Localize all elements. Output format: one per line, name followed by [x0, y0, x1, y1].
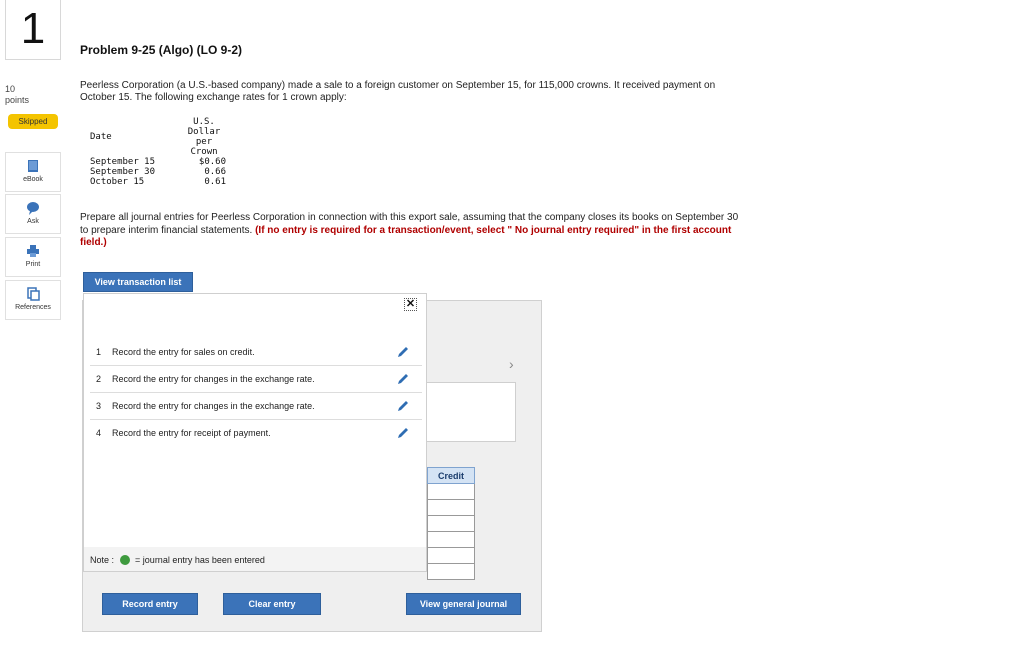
credit-input[interactable]	[427, 516, 475, 532]
ask-button[interactable]: Ask	[5, 194, 61, 234]
ebook-button[interactable]: eBook	[5, 152, 61, 192]
pencil-icon[interactable]	[396, 345, 410, 359]
credit-input[interactable]	[427, 548, 475, 564]
chat-bubble-icon	[27, 202, 39, 215]
print-button[interactable]: Print	[5, 237, 61, 277]
list-item[interactable]: 1 Record the entry for sales on credit.	[90, 339, 422, 366]
pencil-icon[interactable]	[396, 426, 410, 440]
rates-header-date: Date	[90, 132, 112, 142]
list-item[interactable]: 2 Record the entry for changes in the ex…	[90, 366, 422, 393]
exchange-rates-table: Date U.S. Dollar per Crown September 15 …	[88, 117, 228, 187]
pencil-icon[interactable]	[396, 372, 410, 386]
record-entry-button[interactable]: Record entry	[102, 593, 198, 615]
table-row: September 30 0.66	[90, 167, 226, 177]
list-item[interactable]: 4 Record the entry for receipt of paymen…	[90, 420, 422, 447]
printer-icon	[27, 245, 39, 257]
table-row: October 15 0.61	[90, 177, 226, 187]
credit-column: Credit	[427, 467, 475, 580]
entered-indicator-icon	[119, 555, 130, 565]
close-icon[interactable]: ✕	[404, 298, 417, 311]
credit-input[interactable]	[427, 564, 475, 580]
credit-input[interactable]	[427, 532, 475, 548]
rates-header-rate: U.S. Dollar per Crown	[187, 117, 221, 157]
book-icon	[28, 160, 38, 172]
note-text: = journal entry has been entered	[135, 555, 265, 565]
view-general-journal-button[interactable]: View general journal	[406, 593, 521, 615]
view-transaction-list-button[interactable]: View transaction list	[83, 272, 193, 292]
note-legend: Note : = journal entry has been entered	[84, 547, 426, 571]
references-button[interactable]: References	[5, 280, 61, 320]
ebook-label: eBook	[23, 176, 43, 183]
instructions: Prepare all journal entries for Peerless…	[80, 212, 740, 250]
clear-entry-button[interactable]: Clear entry	[223, 593, 321, 615]
journal-panel	[426, 382, 516, 442]
credit-input[interactable]	[427, 484, 475, 500]
question-number: 1	[5, 0, 61, 60]
document-icon	[27, 287, 40, 301]
table-row: September 15 $0.60	[90, 157, 226, 167]
chevron-right-icon[interactable]: ›	[509, 356, 514, 372]
points-label: points	[5, 95, 30, 105]
credit-header: Credit	[427, 467, 475, 484]
problem-title: Problem 9-25 (Algo) (LO 9-2)	[80, 43, 243, 57]
status-badge: Skipped	[8, 114, 58, 129]
print-label: Print	[25, 261, 41, 268]
pencil-icon[interactable]	[396, 399, 410, 413]
references-label: References	[15, 304, 51, 311]
problem-intro: Peerless Corporation (a U.S.-based compa…	[80, 80, 716, 103]
credit-input[interactable]	[427, 500, 475, 516]
list-item[interactable]: 3 Record the entry for changes in the ex…	[90, 393, 422, 420]
note-prefix: Note :	[90, 555, 115, 565]
ask-label: Ask	[27, 218, 39, 225]
points-value: 10	[5, 84, 16, 94]
